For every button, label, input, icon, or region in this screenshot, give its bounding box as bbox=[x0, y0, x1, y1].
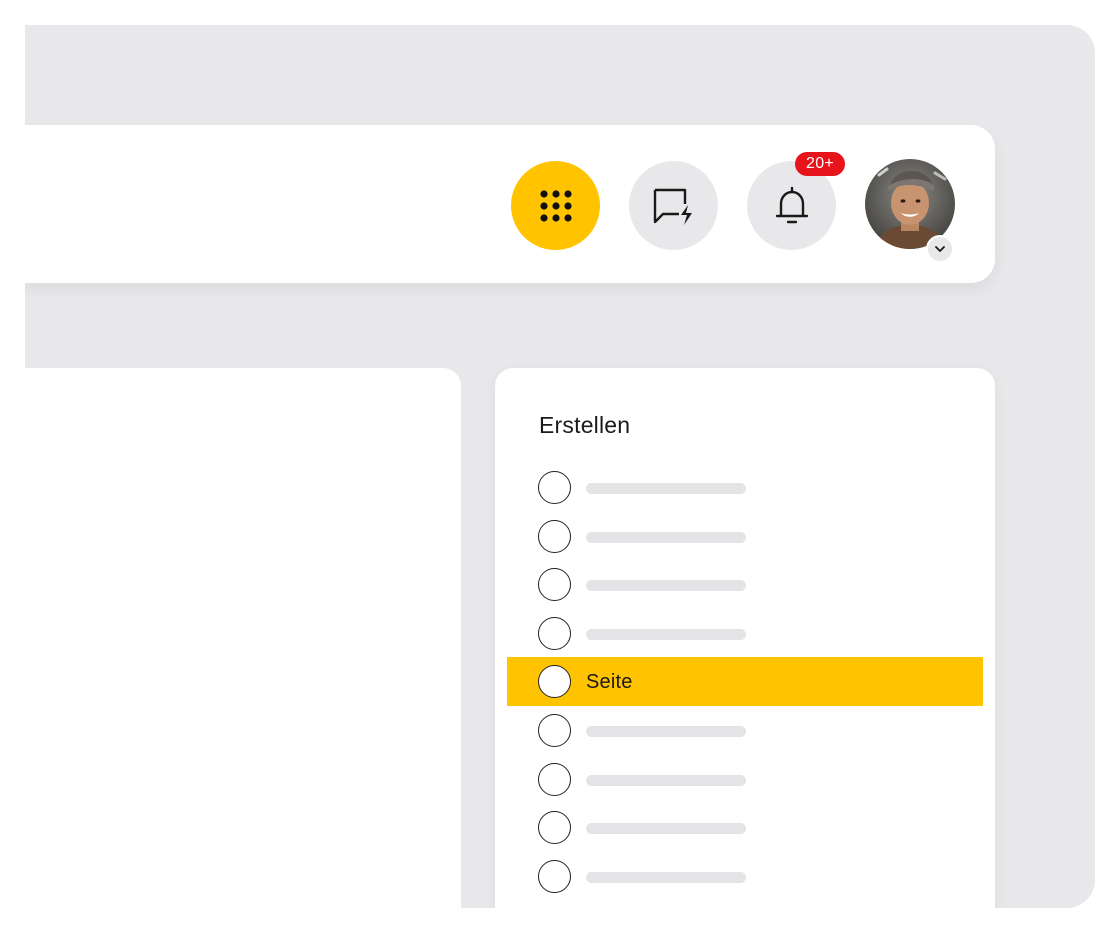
create-options-list: Seite bbox=[495, 463, 995, 900]
chat-bolt-icon bbox=[653, 188, 692, 225]
bell-icon bbox=[775, 186, 808, 223]
placeholder-bar bbox=[586, 531, 746, 543]
panel-title: Erstellen bbox=[539, 412, 631, 438]
radio-button[interactable] bbox=[538, 519, 571, 553]
placeholder-bar bbox=[586, 774, 746, 786]
grid-dots-icon bbox=[539, 189, 572, 222]
list-item[interactable] bbox=[495, 755, 995, 804]
radio-button[interactable] bbox=[538, 713, 571, 747]
radio-button[interactable] bbox=[538, 471, 571, 504]
placeholder-bar bbox=[586, 580, 746, 592]
notification-count-badge: 20+ bbox=[795, 152, 846, 176]
list-item[interactable] bbox=[495, 852, 995, 901]
radio-button[interactable] bbox=[538, 811, 571, 845]
placeholder-bar bbox=[586, 483, 746, 494]
radio-button[interactable] bbox=[538, 762, 571, 796]
placeholder-bar bbox=[586, 628, 746, 640]
top-bar: 20+ bbox=[25, 125, 995, 283]
app-frame: 20+ Erstellen Seite bbox=[25, 25, 1095, 908]
list-item[interactable] bbox=[495, 803, 995, 852]
list-item[interactable] bbox=[495, 706, 995, 755]
placeholder-bar bbox=[586, 823, 746, 835]
radio-button[interactable] bbox=[538, 859, 571, 893]
list-item-label: Seite bbox=[586, 671, 633, 694]
list-item[interactable] bbox=[495, 609, 995, 658]
radio-button[interactable] bbox=[538, 665, 571, 699]
apps-button[interactable] bbox=[511, 161, 600, 250]
chevron-down-icon bbox=[935, 246, 945, 252]
radio-button[interactable] bbox=[538, 616, 571, 650]
list-item[interactable] bbox=[495, 560, 995, 609]
avatar-menu-toggle[interactable] bbox=[926, 235, 954, 263]
list-item[interactable] bbox=[495, 463, 995, 512]
quick-action-button[interactable] bbox=[629, 161, 718, 250]
create-panel: Erstellen Seite bbox=[495, 368, 995, 908]
list-item[interactable] bbox=[495, 512, 995, 561]
content-panel bbox=[25, 368, 461, 908]
placeholder-bar bbox=[586, 725, 746, 737]
placeholder-bar bbox=[586, 871, 746, 883]
list-item-selected[interactable]: Seite bbox=[507, 657, 983, 706]
radio-button[interactable] bbox=[538, 568, 571, 602]
